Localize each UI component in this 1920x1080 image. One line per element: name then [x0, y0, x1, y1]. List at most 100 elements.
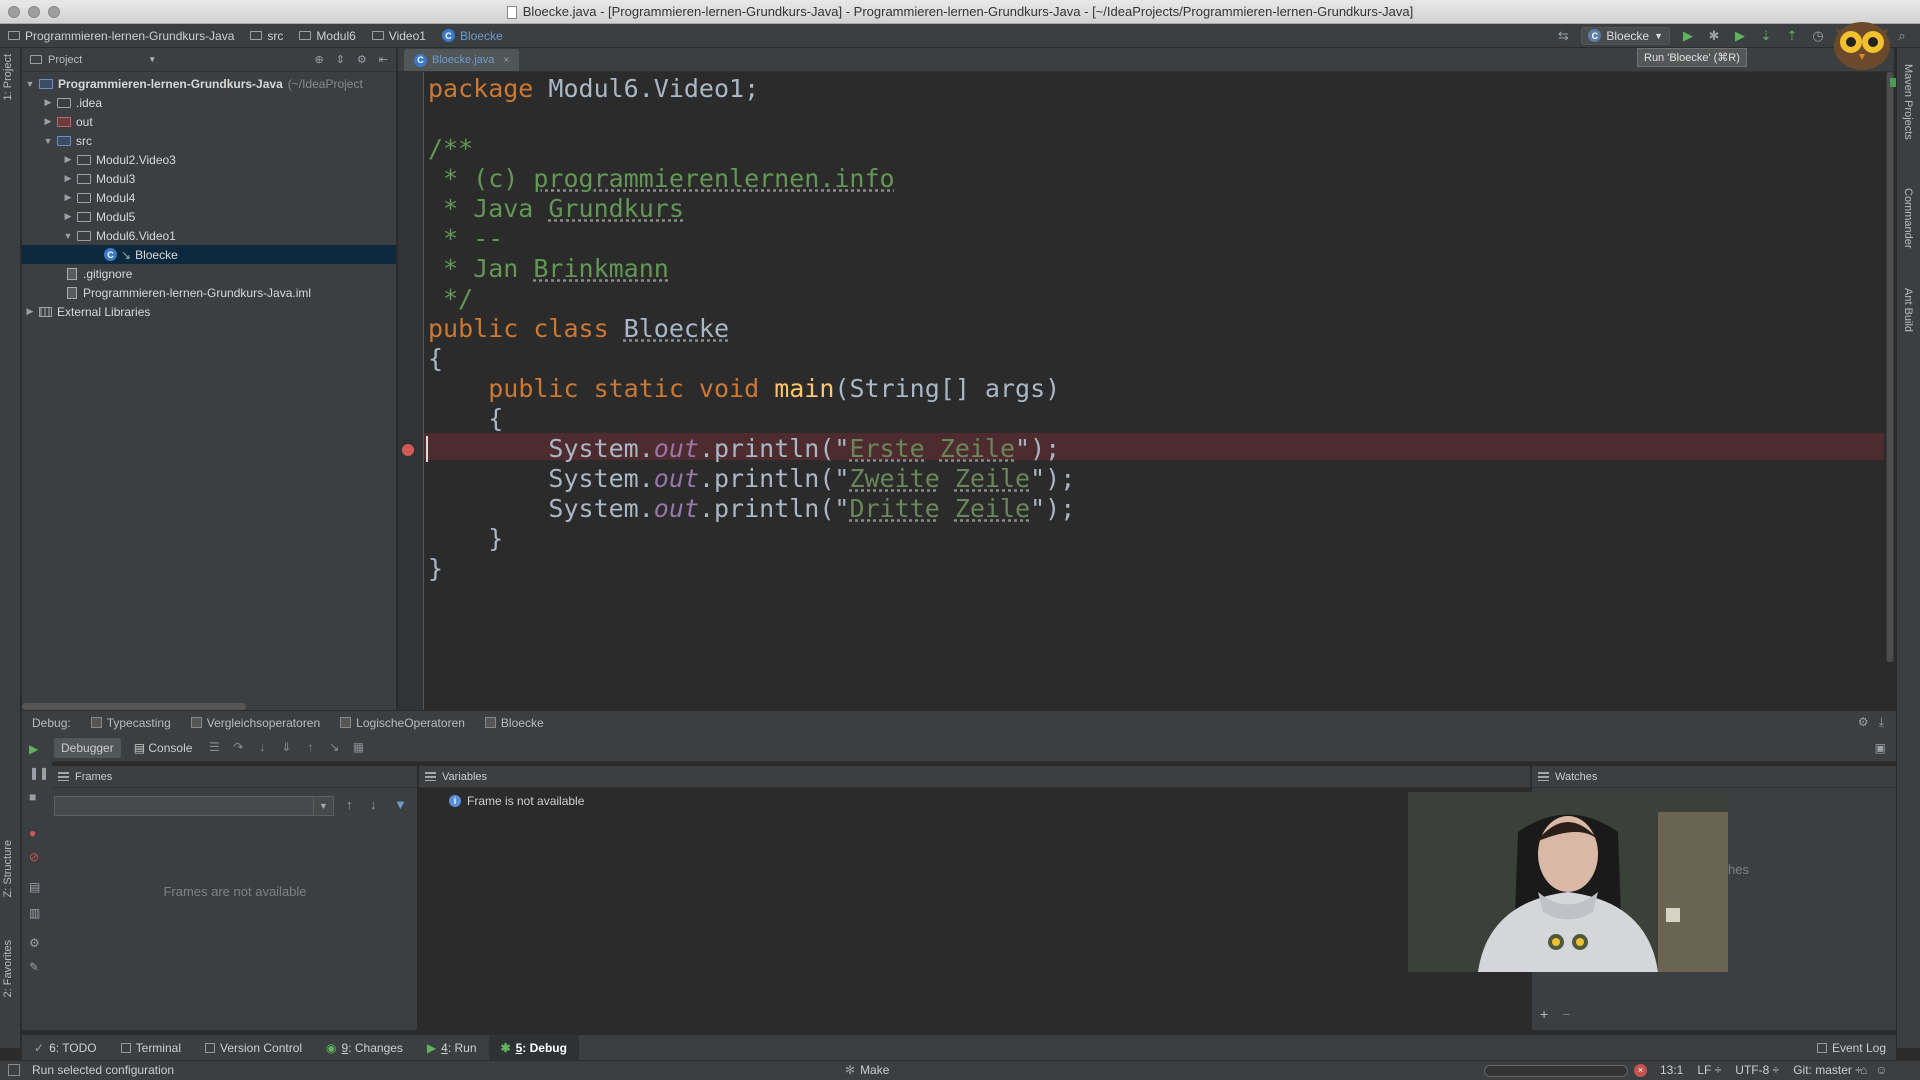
tab-console[interactable]: ▤ Console — [127, 738, 200, 758]
step-over-icon[interactable]: ↷ — [229, 740, 247, 756]
cancel-process-icon[interactable]: × — [1634, 1064, 1647, 1077]
restore-layout-icon[interactable]: ▣ — [1875, 741, 1886, 755]
add-watch-icon[interactable]: + — [1540, 1006, 1548, 1022]
tree-item-modul6-video1[interactable]: ▼ Modul6.Video1 — [22, 226, 396, 245]
zoom-window-button[interactable] — [48, 6, 60, 18]
project-horizontal-scrollbar[interactable] — [22, 703, 246, 710]
tool-tab-changes[interactable]: ◉ 9: Changes — [314, 1035, 415, 1061]
project-view-selector[interactable]: Project — [48, 54, 82, 66]
project-tool-tab[interactable]: 1: Project — [2, 54, 14, 100]
tree-item-modul3[interactable]: ▶ Modul3 — [22, 169, 396, 188]
status-message: Run selected configuration — [32, 1063, 175, 1077]
force-step-into-icon[interactable]: ⇓ — [277, 740, 295, 756]
breadcrumb-project[interactable]: Programmieren-lernen-Grundkurs-Java — [0, 24, 242, 48]
vcs-update-button[interactable]: ⇣ — [1758, 28, 1774, 44]
tab-debugger[interactable]: Debugger — [54, 737, 121, 758]
tree-item-external-libraries[interactable]: ▶ External Libraries — [22, 302, 396, 321]
rerun-icon[interactable]: ▶ — [29, 742, 45, 756]
remove-watch-icon[interactable]: − — [1562, 1006, 1570, 1022]
tool-tab-version-control[interactable]: Version Control — [193, 1035, 314, 1061]
tool-tab-run[interactable]: ▶ 4: Run — [415, 1035, 489, 1061]
caret-position[interactable]: 13:1 — [1660, 1063, 1683, 1077]
evaluate-expression-icon[interactable]: ▦ — [349, 740, 367, 756]
breadcrumb-src[interactable]: src — [242, 24, 291, 48]
tree-item-gitignore[interactable]: .gitignore — [22, 264, 396, 283]
pin-icon[interactable]: ✎ — [29, 960, 45, 974]
stop-icon[interactable]: ■ — [29, 790, 45, 804]
layout-icon[interactable]: ⇆ — [1555, 28, 1571, 44]
history-icon[interactable]: ◷ — [1810, 28, 1826, 44]
favorites-tool-tab[interactable]: 2: Favorites — [2, 940, 14, 997]
tree-item-bloecke[interactable]: C ↘ Bloecke — [22, 245, 396, 264]
collapse-all-icon[interactable]: ⇕ — [336, 53, 345, 66]
tree-item-idea[interactable]: ▶ .idea — [22, 93, 396, 112]
project-view-icon — [30, 55, 42, 64]
view-breakpoints-icon[interactable]: ● — [29, 826, 45, 840]
git-branch-selector[interactable]: Git: master ÷ — [1793, 1063, 1862, 1077]
breadcrumb-modul6[interactable]: Modul6 — [291, 24, 363, 48]
mute-breakpoints-icon[interactable]: ⊘ — [29, 850, 45, 864]
tool-tab-debug[interactable]: ✱ 5: Debug — [488, 1034, 579, 1061]
debug-button[interactable]: ✱ — [1706, 28, 1722, 44]
gear-icon[interactable]: ⚙ — [1858, 715, 1869, 730]
read-only-lock-icon[interactable]: ⌂ — [1860, 1063, 1867, 1077]
tool-tab-event-log[interactable]: Event Log — [1816, 1041, 1896, 1055]
debug-tab-bloecke[interactable]: Bloecke — [475, 716, 554, 730]
vcs-commit-button[interactable]: ⇡ — [1784, 28, 1800, 44]
run-with-coverage-button[interactable]: ▶ — [1732, 28, 1748, 44]
step-out-icon[interactable]: ↑ — [301, 740, 319, 756]
tree-item-modul4[interactable]: ▶ Modul4 — [22, 188, 396, 207]
run-button[interactable]: ▶ — [1680, 28, 1696, 44]
breakpoint-icon[interactable] — [402, 444, 414, 456]
close-window-button[interactable] — [8, 6, 20, 18]
maven-projects-tab[interactable]: Maven Projects — [1902, 64, 1914, 140]
run-configuration-selector[interactable]: C Bloecke ▼ — [1581, 26, 1670, 45]
show-execution-point-icon[interactable]: ☰ — [205, 740, 223, 756]
next-frame-icon[interactable]: ↓ — [370, 797, 377, 812]
code-line: { — [428, 404, 504, 433]
tool-tab-terminal[interactable]: Terminal — [109, 1035, 193, 1061]
search-everywhere-icon[interactable]: ⌕ — [1894, 28, 1910, 44]
filter-icon[interactable]: ▼ — [394, 797, 407, 812]
breadcrumb-video1[interactable]: Video1 — [364, 24, 434, 48]
minimize-window-button[interactable] — [28, 6, 40, 18]
close-tab-icon[interactable]: × — [503, 55, 509, 66]
thread-selector[interactable]: ▼ — [54, 796, 334, 816]
tree-item-iml[interactable]: Programmieren-lernen-Grundkurs-Java.iml — [22, 283, 396, 302]
debug-tab-typecasting[interactable]: Typecasting — [81, 716, 181, 730]
editor-gutter[interactable] — [398, 72, 424, 710]
scroll-from-source-icon[interactable]: ⊕ — [314, 53, 323, 66]
pause-icon[interactable]: ❚❚ — [29, 766, 49, 780]
debug-tab-logischeoperatoren[interactable]: LogischeOperatoren — [330, 716, 475, 730]
info-icon: i — [449, 795, 461, 807]
code-editor[interactable]: package Modul6.Video1; /** * (c) program… — [424, 72, 1884, 710]
gear-icon[interactable]: ⚙ — [357, 53, 367, 66]
debug-tab-vergleichsoperatoren[interactable]: Vergleichsoperatoren — [181, 716, 330, 730]
inspector-icon[interactable]: ☺ — [1875, 1063, 1887, 1077]
step-into-icon[interactable]: ↓ — [253, 740, 271, 756]
run-to-cursor-icon[interactable]: ↘ — [325, 740, 343, 756]
ant-build-tab[interactable]: Ant Build — [1902, 288, 1914, 332]
scrollbar-thumb[interactable] — [1887, 72, 1893, 662]
tool-tab-todo[interactable]: ✓ 6: TODO — [22, 1035, 109, 1061]
tree-item-out[interactable]: ▶ out — [22, 112, 396, 131]
hide-panel-icon[interactable]: ⤓ — [1879, 715, 1884, 730]
hide-panel-icon[interactable]: ⇤ — [379, 53, 388, 66]
tree-item-modul2-video3[interactable]: ▶ Modul2.Video3 — [22, 150, 396, 169]
structure-tool-tab[interactable]: Z: Structure — [2, 840, 14, 897]
editor-tab-bloecke[interactable]: C Bloecke.java × — [404, 49, 520, 71]
get-thread-dump-icon[interactable]: ▤ — [29, 880, 45, 894]
settings-icon[interactable]: ⚙ — [29, 936, 45, 950]
breadcrumb-bloecke[interactable]: C Bloecke — [434, 24, 511, 48]
tree-item-project-root[interactable]: ▼ Programmieren-lernen-Grundkurs-Java (~… — [22, 74, 396, 93]
previous-frame-icon[interactable]: ↑ — [346, 797, 353, 812]
line-separator-selector[interactable]: LF ÷ — [1697, 1063, 1721, 1077]
tree-item-modul5[interactable]: ▶ Modul5 — [22, 207, 396, 226]
run-config-icon — [340, 717, 352, 728]
tool-windows-toggle-icon[interactable] — [8, 1064, 20, 1076]
commander-tab[interactable]: Commander — [1902, 188, 1914, 249]
tree-item-src[interactable]: ▼ src — [22, 131, 396, 150]
restore-layout-icon[interactable]: ▥ — [29, 906, 45, 920]
encoding-selector[interactable]: UTF-8 ÷ — [1735, 1063, 1779, 1077]
editor-vertical-scrollbar[interactable] — [1886, 72, 1894, 662]
